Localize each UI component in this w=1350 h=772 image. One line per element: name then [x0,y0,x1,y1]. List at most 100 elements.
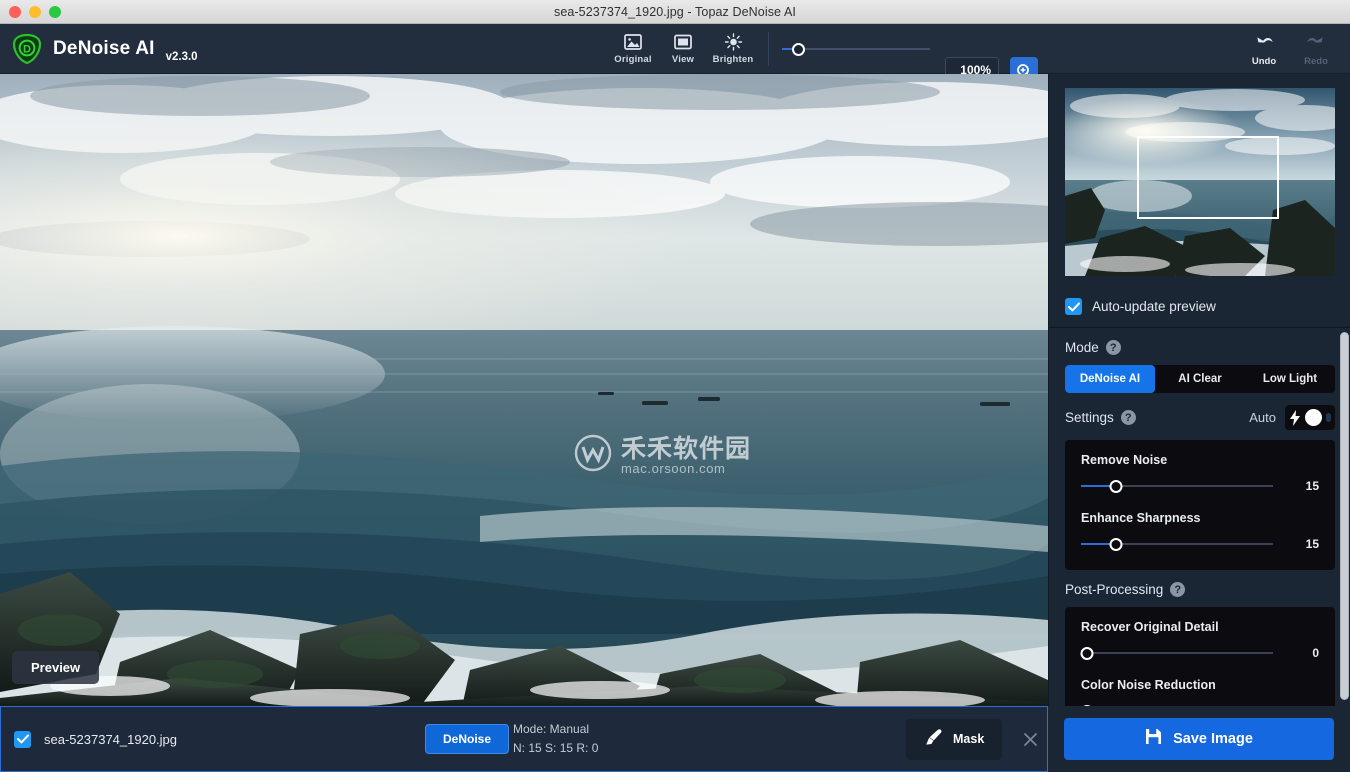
mask-label: Mask [953,732,984,746]
enhance-sharpness-control: Enhance Sharpness 15 [1081,511,1319,551]
denoise-ai-window: sea-5237374_1920.jpg - Topaz DeNoise AI … [0,0,1350,772]
auto-toggle-track [1326,413,1331,422]
mode-help-icon[interactable]: ? [1106,340,1121,355]
tool-brighten-label: Brighten [713,54,754,65]
denoise-logo-icon: D [10,32,44,66]
brand-version: v2.3.0 [166,51,198,63]
settings-help-icon[interactable]: ? [1121,410,1136,425]
recover-original-detail-knob[interactable] [1080,647,1093,660]
traffic-lights [0,6,61,18]
brand-name: DeNoise AI [53,38,155,60]
panel-scroll-area: Mode ? DeNoise AI AI Clear Low Light Set… [1049,328,1350,706]
mode-option-low-light[interactable]: Low Light [1245,365,1335,393]
auto-update-preview-row[interactable]: Auto-update preview [1049,288,1350,328]
preview-button[interactable]: Preview [12,651,99,684]
settings-title: Settings [1065,410,1114,425]
tool-original-label: Original [614,54,652,65]
tool-view-label: View [672,54,694,65]
auto-toggle[interactable] [1285,405,1335,430]
remove-noise-knob[interactable] [1109,480,1122,493]
zoom-button[interactable] [49,6,61,18]
tool-original[interactable]: Original [608,24,658,74]
navigator-viewport-rect[interactable] [1137,136,1279,219]
file-params-line: N: 15 S: 15 R: 0 [513,739,598,758]
file-mode-line: Mode: Manual [513,720,598,739]
color-noise-reduction-control: Color Noise Reduction 0.00 [1081,678,1319,706]
settings-card: Remove Noise 15 Enhance Sharpness [1065,440,1335,570]
seascape-photo [0,74,1048,706]
settings-section-header: Settings ? Auto [1049,393,1350,440]
recover-original-detail-slider[interactable] [1081,646,1273,660]
brush-icon [924,728,944,751]
svg-text:D: D [23,43,31,55]
post-processing-title: Post-Processing [1065,582,1163,597]
save-disk-icon [1145,728,1162,750]
save-image-button[interactable]: Save Image [1064,718,1334,760]
top-toolbar: D DeNoise AI v2.3.0 Original View [0,24,1350,74]
recover-original-detail-track [1081,652,1273,654]
post-processing-help-icon[interactable]: ? [1170,582,1185,597]
window-titlebar: sea-5237374_1920.jpg - Topaz DeNoise AI [0,0,1350,24]
save-area: Save Image [1048,706,1350,772]
file-checkbox[interactable] [14,731,31,748]
undo-icon [1254,32,1274,53]
color-noise-reduction-value: 0.00 [1285,704,1319,706]
undo-button[interactable]: Undo [1240,32,1288,67]
close-button[interactable] [9,6,21,18]
redo-label: Redo [1304,56,1328,67]
mode-title: Mode [1065,340,1099,355]
auto-update-checkbox[interactable] [1065,298,1082,315]
enhance-sharpness-label: Enhance Sharpness [1081,511,1319,525]
remove-noise-value: 15 [1285,479,1319,493]
undo-label: Undo [1252,56,1276,67]
recover-original-detail-control: Recover Original Detail 0 [1081,620,1319,660]
post-processing-section-header: Post-Processing ? [1049,570,1350,607]
color-noise-reduction-knob[interactable] [1080,705,1093,707]
mode-segmented-control: DeNoise AI AI Clear Low Light [1065,365,1335,393]
panel-scrollbar[interactable] [1340,332,1349,700]
undo-redo-group: Undo Redo [1240,24,1340,74]
color-noise-reduction-label: Color Noise Reduction [1081,678,1319,692]
denoise-button[interactable]: DeNoise [425,724,509,754]
image-icon [624,33,642,51]
bottom-bar: sea-5237374_1920.jpg DeNoise Mode: Manua… [0,706,1350,772]
mode-option-denoise-ai[interactable]: DeNoise AI [1065,365,1155,393]
minimize-button[interactable] [29,6,41,18]
remove-noise-slider[interactable] [1081,479,1273,493]
auto-toggle-label: Auto [1249,410,1276,425]
close-icon[interactable] [1019,728,1041,750]
tool-brighten[interactable]: Brighten [708,24,758,74]
navigator-thumbnail[interactable] [1065,88,1335,276]
auto-toggle-knob [1305,409,1322,426]
enhance-sharpness-slider[interactable] [1081,537,1273,551]
redo-button[interactable]: Redo [1292,32,1340,67]
redo-icon [1306,32,1326,53]
recover-original-detail-value: 0 [1285,646,1319,660]
color-noise-reduction-slider[interactable] [1081,704,1273,706]
remove-noise-control: Remove Noise 15 [1081,453,1319,493]
mode-section-header: Mode ? [1049,328,1350,365]
post-processing-card: Recover Original Detail 0 Color Noise Re… [1065,607,1335,706]
recover-original-detail-label: Recover Original Detail [1081,620,1319,634]
image-canvas[interactable]: 禾禾软件园 mac.orsoon.com Preview [0,74,1048,706]
view-tools: Original View [608,24,779,74]
tool-view[interactable]: View [658,24,708,74]
file-name: sea-5237374_1920.jpg [44,732,177,747]
brightness-sun-icon [724,33,743,51]
zoom-slider-knob[interactable] [792,43,805,56]
view-split-icon [674,33,692,51]
lightning-bolt-icon [1289,410,1301,426]
zoom-slider[interactable] [782,41,930,57]
app-brand: D DeNoise AI v2.3.0 [0,32,198,66]
file-row[interactable]: sea-5237374_1920.jpg DeNoise Mode: Manua… [0,706,1048,772]
enhance-sharpness-knob[interactable] [1109,538,1122,551]
zoom-slider-group [782,24,930,74]
save-image-label: Save Image [1173,731,1253,747]
enhance-sharpness-value: 15 [1285,537,1319,551]
right-panel: Auto-update preview Mode ? DeNoise AI AI… [1048,74,1350,706]
navigator-panel [1049,74,1350,288]
mask-button[interactable]: Mask [906,719,1002,760]
toolbar-divider [768,32,769,66]
window-title: sea-5237374_1920.jpg - Topaz DeNoise AI [0,5,1350,19]
mode-option-ai-clear[interactable]: AI Clear [1155,365,1245,393]
